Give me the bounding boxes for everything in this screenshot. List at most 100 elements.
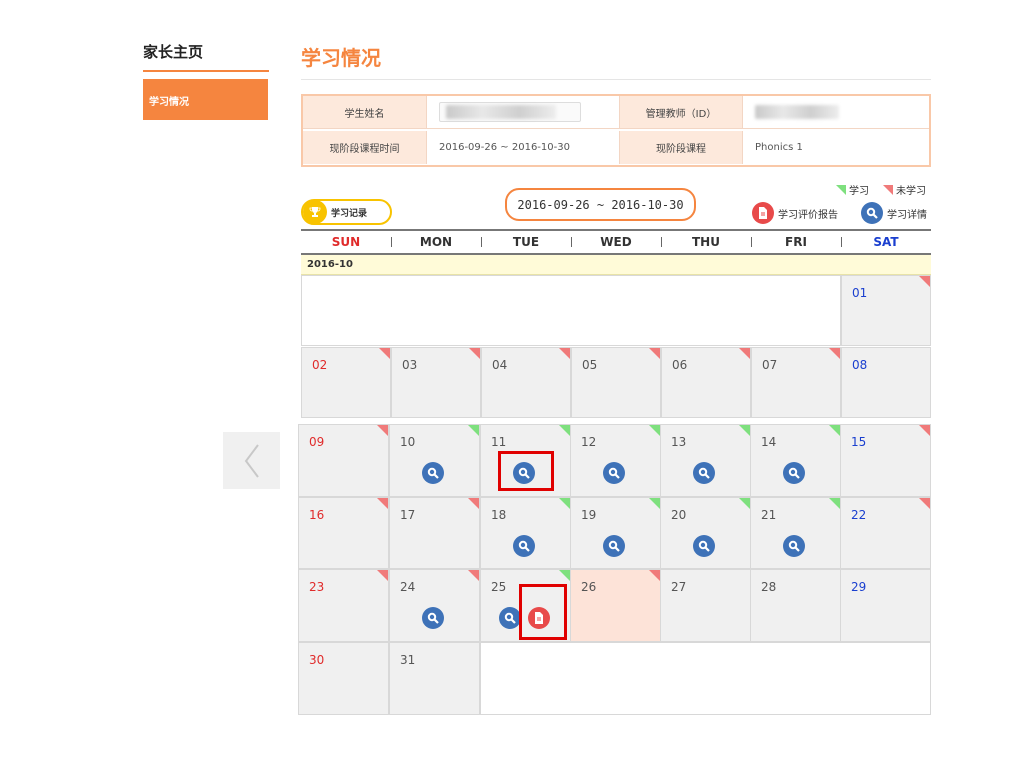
magnifier-icon[interactable] <box>422 462 444 484</box>
calendar-day-cell[interactable]: 01 <box>841 275 931 346</box>
studied-flag-icon <box>836 184 846 195</box>
not-studied-flag-icon <box>649 348 660 359</box>
calendar-day-cell[interactable]: 11 <box>480 424 571 497</box>
day-number: 07 <box>762 358 778 372</box>
calendar-empty-cell <box>301 275 841 346</box>
calendar-day-cell[interactable]: 19 <box>570 497 661 569</box>
magnifier-icon[interactable] <box>513 462 535 484</box>
day-number: 01 <box>852 286 868 300</box>
calendar-day-cell[interactable]: 26 <box>570 569 661 642</box>
day-number: 13 <box>671 435 687 449</box>
calendar-day-cell[interactable]: 05 <box>571 347 661 418</box>
day-number: 27 <box>671 580 687 594</box>
magnifier-icon[interactable] <box>693 535 715 557</box>
magnifier-icon[interactable] <box>783 535 805 557</box>
magnifier-icon[interactable] <box>783 462 805 484</box>
calendar-day-cell[interactable]: 30 <box>298 642 389 715</box>
study-record-button[interactable]: 学习记录 <box>301 199 392 225</box>
legend-detail-label: 学习详情 <box>887 209 927 221</box>
calendar-day-cell[interactable]: 27 <box>660 569 751 642</box>
calendar-day-cell[interactable]: 06 <box>661 347 751 418</box>
previous-button[interactable] <box>223 432 280 489</box>
calendar-day-cell[interactable]: 22 <box>840 497 931 569</box>
not-studied-flag-icon <box>377 570 388 581</box>
not-studied-flag-icon <box>377 498 388 509</box>
calendar-day-cell[interactable]: 28 <box>750 569 841 642</box>
day-number: 02 <box>312 358 328 372</box>
calendar-day-cell[interactable]: 18 <box>480 497 571 569</box>
magnifier-icon[interactable] <box>422 607 444 629</box>
calendar-day-cell[interactable]: 23 <box>298 569 389 642</box>
day-number: 10 <box>400 435 416 449</box>
calendar-day-cell[interactable]: 29 <box>840 569 931 642</box>
study-record-label: 学习记录 <box>331 208 368 219</box>
period-value: 2016-09-26 ~ 2016-10-30 <box>439 142 570 153</box>
day-number: 14 <box>761 435 777 449</box>
not-studied-flag-icon <box>468 570 479 581</box>
document-icon[interactable] <box>528 607 550 629</box>
chevron-left-icon <box>244 443 259 478</box>
calendar-day-cell[interactable]: 24 <box>389 569 480 642</box>
calendar-day-cell[interactable]: 09 <box>298 424 389 497</box>
day-number: 05 <box>582 358 598 372</box>
not-studied-flag-icon <box>829 348 840 359</box>
magnifier-icon[interactable] <box>513 535 535 557</box>
legend-studied-label: 学习 <box>849 186 869 197</box>
day-number: 22 <box>851 508 867 522</box>
calendar-day-cell[interactable]: 13 <box>660 424 751 497</box>
month-label: 2016-10 <box>301 255 931 275</box>
day-number: 11 <box>491 435 507 449</box>
teacher-value <box>743 96 929 129</box>
studied-flag-icon <box>649 498 660 509</box>
calendar-day-cell[interactable]: 02 <box>301 347 391 418</box>
legend-report-label: 学习评价报告 <box>778 209 838 221</box>
course-label: 现阶段课程 <box>619 131 743 164</box>
not-studied-flag-icon <box>883 184 893 195</box>
calendar-day-cell[interactable]: 25 <box>480 569 571 642</box>
not-studied-flag-icon <box>919 498 930 509</box>
not-studied-flag-icon <box>919 425 930 436</box>
sidebar-item-study-status[interactable]: 学习情况 <box>143 79 268 120</box>
magnifier-icon[interactable] <box>499 607 521 629</box>
day-number: 24 <box>400 580 416 594</box>
day-number: 19 <box>581 508 597 522</box>
day-number: 23 <box>309 580 325 594</box>
calendar-day-cell[interactable]: 04 <box>481 347 571 418</box>
calendar-day-cell[interactable]: 07 <box>751 347 841 418</box>
day-number: 17 <box>400 508 416 522</box>
magnifier-icon[interactable] <box>603 535 625 557</box>
calendar-day-cell[interactable]: 16 <box>298 497 389 569</box>
calendar-day-cell[interactable]: 17 <box>389 497 480 569</box>
day-number: 28 <box>761 580 777 594</box>
magnifier-icon[interactable] <box>693 462 715 484</box>
calendar-day-cell[interactable]: 08 <box>841 347 931 418</box>
calendar-day-cell[interactable]: 21 <box>750 497 841 569</box>
studied-flag-icon <box>559 498 570 509</box>
calendar-day-cell[interactable]: 31 <box>389 642 480 715</box>
studied-flag-icon <box>829 425 840 436</box>
calendar-day-cell[interactable]: 03 <box>391 347 481 418</box>
calendar-day-cell[interactable]: 20 <box>660 497 751 569</box>
not-studied-flag-icon <box>469 348 480 359</box>
magnifier-icon <box>861 202 883 224</box>
calendar-day-cell[interactable]: 10 <box>389 424 480 497</box>
not-studied-flag-icon <box>379 348 390 359</box>
weekday-sun: SUN <box>331 235 361 249</box>
not-studied-flag-icon <box>468 498 479 509</box>
magnifier-icon[interactable] <box>603 462 625 484</box>
not-studied-flag-icon <box>377 425 388 436</box>
studied-flag-icon <box>739 498 750 509</box>
day-number: 15 <box>851 435 867 449</box>
calendar-day-cell[interactable]: 15 <box>840 424 931 497</box>
date-range-display: 2016-09-26 ~ 2016-10-30 <box>505 188 696 221</box>
day-number: 20 <box>671 508 687 522</box>
student-name-label: 学生姓名 <box>303 96 427 129</box>
not-studied-flag-icon <box>919 276 930 287</box>
weekday-sat: SAT <box>873 235 899 249</box>
title-divider <box>301 79 931 80</box>
day-number: 16 <box>309 508 325 522</box>
calendar-day-cell[interactable]: 14 <box>750 424 841 497</box>
day-number: 25 <box>491 580 507 594</box>
studied-flag-icon <box>559 425 570 436</box>
calendar-day-cell[interactable]: 12 <box>570 424 661 497</box>
